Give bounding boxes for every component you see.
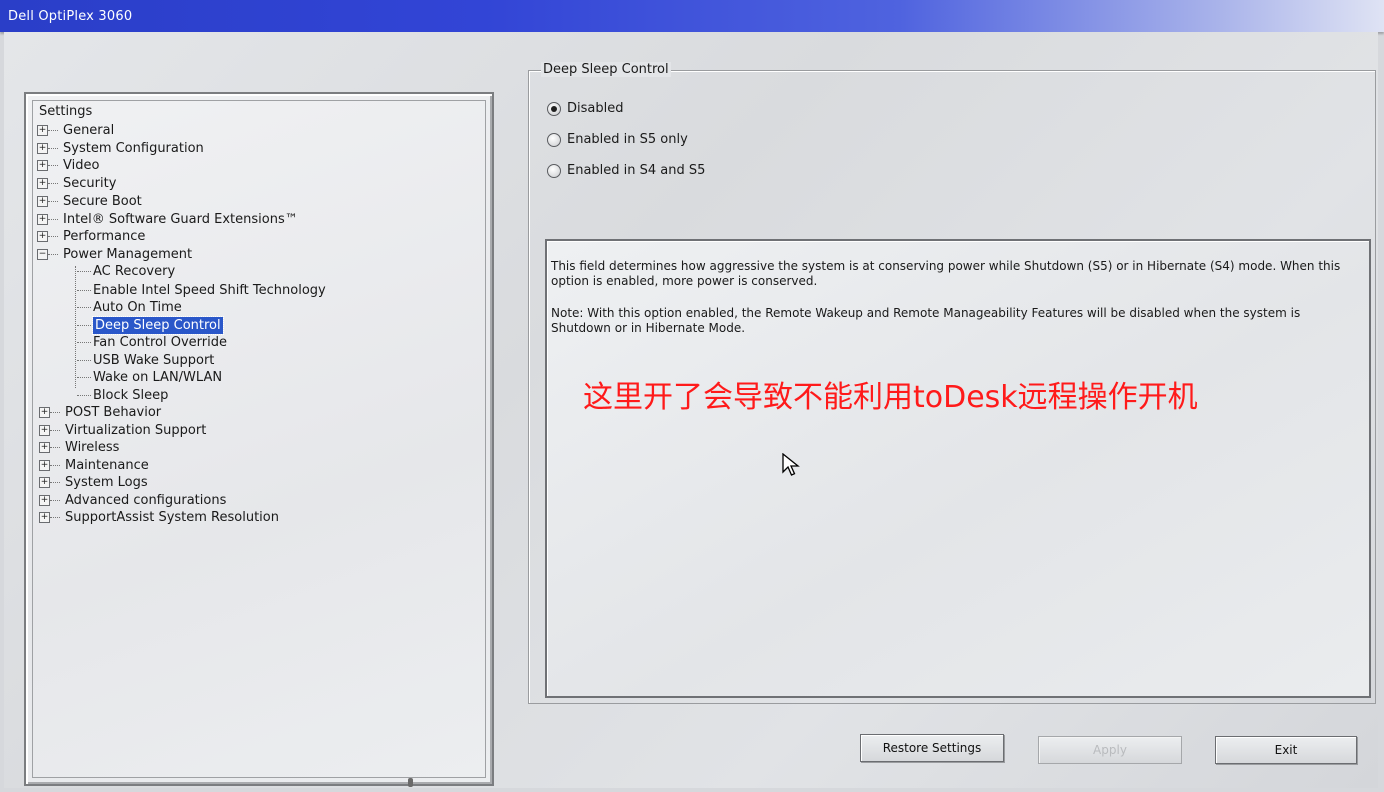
expand-icon[interactable]: + (37, 231, 48, 242)
expand-icon[interactable]: + (39, 512, 50, 523)
apply-button[interactable]: Apply (1038, 736, 1182, 764)
tree-child-wake-on-lan[interactable]: Wake on LAN/WLAN (37, 369, 457, 386)
description-box: This field determines how aggressive the… (545, 239, 1371, 698)
expand-icon[interactable]: + (37, 178, 48, 189)
expand-icon[interactable]: + (39, 477, 50, 488)
scroll-indicator (408, 778, 413, 787)
expand-icon[interactable]: + (39, 425, 50, 436)
bios-window: Settings + General + System Configuratio… (4, 32, 1378, 788)
mouse-cursor-icon (782, 453, 800, 476)
tree-child-block-sleep[interactable]: Block Sleep (37, 387, 457, 404)
tree-child-ac-recovery[interactable]: AC Recovery (37, 263, 457, 280)
description-text: This field determines how aggressive the… (551, 259, 1341, 288)
title-bar: Dell OptiPlex 3060 (0, 0, 1384, 32)
tree-child-fan-control-override[interactable]: Fan Control Override (37, 334, 457, 351)
restore-settings-button[interactable]: Restore Settings (860, 734, 1004, 762)
expand-icon[interactable]: + (37, 143, 48, 154)
settings-tree-panel: Settings + General + System Configuratio… (24, 92, 494, 786)
deep-sleep-control-group: Deep Sleep Control Disabled Enabled in S… (528, 62, 1376, 704)
exit-button[interactable]: Exit (1215, 736, 1357, 764)
selected-tree-item: Deep Sleep Control (92, 316, 224, 335)
expand-icon[interactable]: + (39, 442, 50, 453)
expand-icon[interactable]: + (37, 125, 48, 136)
radio-icon[interactable] (547, 133, 561, 147)
tree-child-deep-sleep-control[interactable]: Deep Sleep Control (37, 316, 457, 335)
expand-icon[interactable]: + (39, 495, 50, 506)
tree-child-speed-shift[interactable]: Enable Intel Speed Shift Technology (37, 282, 457, 299)
group-title: Deep Sleep Control (541, 62, 671, 77)
expand-icon[interactable]: + (37, 196, 48, 207)
annotation-text: 这里开了会导致不能利用toDesk远程操作开机 (583, 380, 1198, 415)
radio-icon[interactable] (547, 164, 561, 178)
expand-icon[interactable]: + (37, 214, 48, 225)
tree-root-label: Settings (39, 104, 93, 119)
expand-icon[interactable]: + (39, 407, 50, 418)
settings-tree: Settings + General + System Configuratio… (32, 100, 486, 778)
expand-icon[interactable]: + (39, 460, 50, 471)
expand-icon[interactable]: + (37, 160, 48, 171)
collapse-icon[interactable]: − (37, 249, 48, 260)
tree-child-auto-on-time[interactable]: Auto On Time (37, 299, 457, 316)
tree-child-usb-wake-support[interactable]: USB Wake Support (37, 352, 457, 369)
window-title: Dell OptiPlex 3060 (8, 9, 133, 24)
description-note: Note: With this option enabled, the Remo… (551, 306, 1301, 335)
radio-selected-icon[interactable] (547, 102, 561, 116)
